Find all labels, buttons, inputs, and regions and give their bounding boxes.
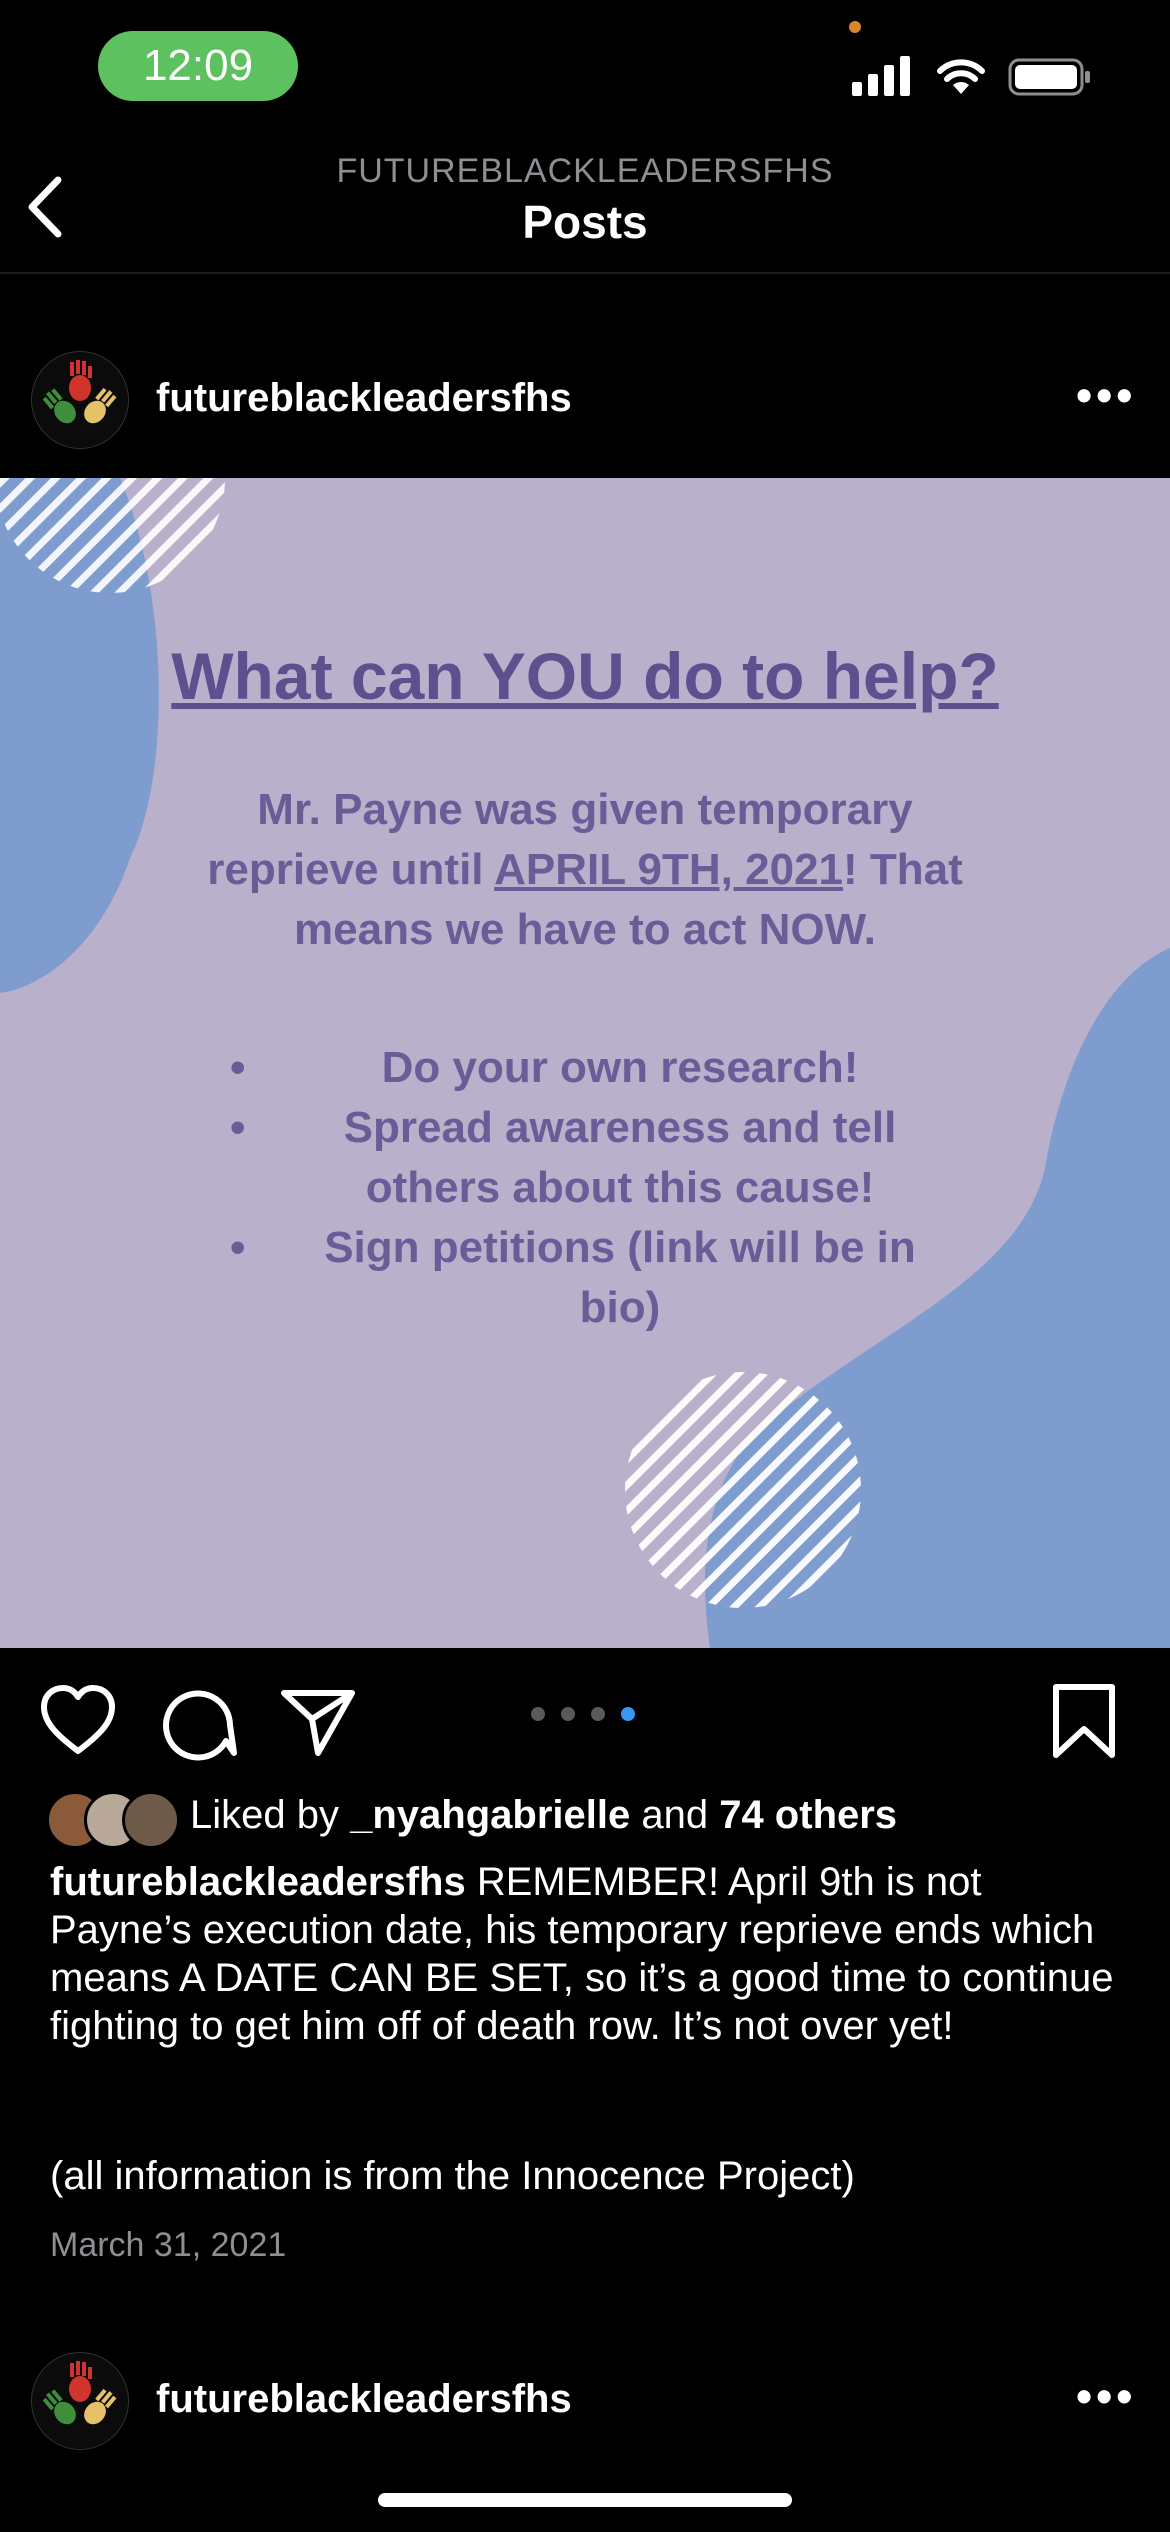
likes-prefix: Liked by [190,1793,351,1837]
comment-icon[interactable] [158,1681,238,1761]
save-bookmark-icon[interactable] [1044,1681,1124,1761]
image-bullet-item: Sign petitions (link will be in bio) [230,1218,950,1338]
image-bullet-item: Do your own research! [230,1038,950,1098]
cellular-signal-icon [852,56,910,96]
image-heading: What can YOU do to help? [171,639,999,713]
post-date: March 31, 2021 [50,2226,287,2264]
wifi-icon [937,59,985,94]
likes-first-user[interactable]: _nyahgabrielle [350,1793,630,1837]
battery-icon [1008,58,1090,96]
image-bullet-list: Do your own research! Spread awareness a… [230,1038,950,1338]
likes-middle: and [630,1793,720,1837]
carousel-dot [531,1707,545,1721]
image-paragraph-date: APRIL 9TH, 2021 [494,845,844,894]
next-post-username[interactable]: futureblackleadersfhs [156,2377,572,2422]
liker-avatars[interactable] [46,1791,186,1849]
image-bullet-item: Spread awareness and tell others about t… [230,1098,950,1218]
page-title: Posts [522,196,648,248]
status-time: 12:09 [98,31,298,101]
image-paragraph: Mr. Payne was given temporary reprieve u… [170,780,1000,960]
likes-others[interactable]: 74 others [719,1793,897,1837]
next-post-more-options-icon[interactable]: ••• [1076,2369,1136,2423]
header-divider [0,272,1170,274]
hands-logo-icon [32,2353,128,2449]
post-username[interactable]: futureblackleadersfhs [156,376,572,421]
hands-logo-icon [32,352,128,448]
like-heart-icon[interactable] [38,1681,118,1761]
carousel-dot [591,1707,605,1721]
header-account-name: FUTUREBLACKLEADERSFHS [336,152,834,190]
caption-note: (all information is from the Innocence P… [50,2154,855,2198]
carousel-dot [561,1707,575,1721]
post-avatar[interactable] [31,351,129,449]
likes-summary[interactable]: Liked by _nyahgabrielle and 74 others [190,1793,897,1838]
post-caption: futureblackleadersfhs REMEMBER! April 9t… [50,1858,1120,2050]
share-send-icon[interactable] [278,1681,358,1761]
more-options-icon[interactable]: ••• [1076,368,1136,422]
caption-username[interactable]: futureblackleadersfhs [50,1860,466,1904]
privacy-indicator-dot [849,21,861,33]
carousel-dot-active [621,1707,635,1721]
liker-avatar [122,1791,180,1849]
home-indicator[interactable] [378,2493,792,2507]
post-image[interactable]: What can YOU do to help? Mr. Payne was g… [0,478,1170,1648]
next-post-avatar[interactable] [31,2352,129,2450]
